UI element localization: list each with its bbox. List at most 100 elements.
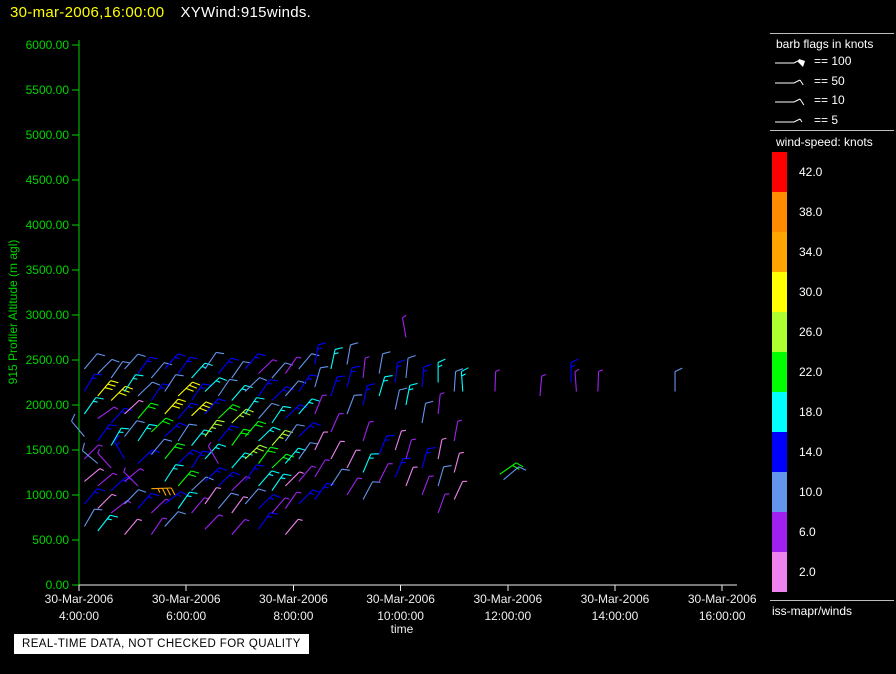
wind-barb <box>137 492 159 509</box>
x-tick-date: 30-Mar-2006 <box>473 592 542 606</box>
wind-barb <box>244 397 265 415</box>
legend-divider <box>770 130 894 131</box>
colorbar-swatch <box>772 192 787 232</box>
wind-barb <box>314 342 327 365</box>
barb-flag-row: == 10 <box>774 91 845 109</box>
x-tick-time: 4:00:00 <box>59 609 99 623</box>
barb-flag-label: == 10 <box>814 93 845 107</box>
wind-barb <box>97 493 117 509</box>
wind-barb <box>298 442 319 460</box>
wind-barb <box>177 402 199 419</box>
wind-barb <box>164 511 186 527</box>
wind-barb <box>164 374 184 392</box>
wind-barb <box>405 354 416 379</box>
wind-barb <box>330 440 345 460</box>
wind-barb <box>460 367 469 392</box>
wind-barb <box>539 374 547 397</box>
wind-barb <box>150 498 171 514</box>
wind-barb <box>217 471 241 487</box>
y-tick-label: 1000.00 <box>26 488 70 502</box>
colorbar-title: wind-speed: knots <box>776 135 873 149</box>
wind-barb <box>97 514 118 532</box>
wind-barb <box>284 447 307 464</box>
barb-flags-legend-title: barb flags in knots <box>776 37 874 51</box>
wind-barb <box>330 375 346 397</box>
wind-barb <box>110 500 132 514</box>
x-tick-time: 10:00:00 <box>377 609 424 623</box>
colorbar-label: 30.0 <box>799 285 823 299</box>
y-tick-label: 5000.00 <box>26 128 70 142</box>
barb-flag-label: == 50 <box>814 73 845 88</box>
wind-barb <box>231 361 252 379</box>
wind-barb <box>177 356 198 374</box>
wind-barb <box>244 488 267 505</box>
wind-barb <box>164 422 188 437</box>
y-tick-label: 0.00 <box>46 578 70 592</box>
wind-barb <box>164 464 184 482</box>
wind-barb <box>284 404 308 419</box>
wind-barb <box>330 347 343 370</box>
barb-flag-icon <box>775 79 804 85</box>
colorbar-label: 14.0 <box>799 445 823 459</box>
wind-barb <box>330 413 344 433</box>
wind-barb <box>258 359 278 374</box>
colorbar-label: 10.0 <box>799 485 823 499</box>
x-tick-date: 30-Mar-2006 <box>688 592 757 606</box>
colorbar-swatch <box>772 432 787 472</box>
barb-flag-row: == 100 <box>774 52 851 70</box>
wind-barb <box>362 453 379 473</box>
y-tick-label: 500.00 <box>32 533 69 547</box>
x-axis-title: time <box>391 622 414 636</box>
wind-barb <box>124 489 147 505</box>
wind-barb <box>394 429 406 451</box>
x-tick-date: 30-Mar-2006 <box>45 592 114 606</box>
x-tick-date: 30-Mar-2006 <box>366 592 435 606</box>
wind-barb <box>191 476 214 491</box>
wind-barb <box>83 488 106 505</box>
colorbar-swatch <box>772 152 787 192</box>
barb-flag-row: == 50 <box>774 72 845 90</box>
barb-flag-label: == 100 <box>814 54 852 68</box>
wind-barb <box>405 466 418 487</box>
wind-barb <box>394 387 408 410</box>
wind-barb <box>177 381 201 397</box>
colorbar-swatch <box>772 512 787 552</box>
wind-barb <box>437 392 445 415</box>
y-tick-label: 1500.00 <box>26 443 70 457</box>
wind-barb <box>597 369 603 392</box>
colorbar-swatch <box>772 392 787 432</box>
wind-barb <box>84 468 104 482</box>
wind-barb <box>137 449 161 464</box>
wind-barb <box>284 380 307 397</box>
wind-barb <box>71 413 85 437</box>
y-tick-label: 2000.00 <box>26 398 70 412</box>
wind-barb <box>164 398 186 415</box>
wind-barbs <box>71 314 683 535</box>
wind-barb <box>244 464 265 482</box>
wind-barb <box>137 356 158 374</box>
wind-barb <box>271 386 295 401</box>
wind-barb <box>110 427 130 446</box>
wind-barb <box>271 405 292 424</box>
wind-barb <box>164 491 188 505</box>
barb-flag-icon <box>775 98 805 106</box>
wind-barb <box>83 353 106 370</box>
wind-barb <box>378 351 391 374</box>
wind-barb <box>217 425 240 442</box>
chart-canvas: 0.00 500.00 1000.00 1500.00 2000.00 2500.00 30… <box>6 38 757 636</box>
wind-barb <box>314 365 329 388</box>
wind-barb <box>674 367 683 392</box>
wind-barb <box>97 448 112 469</box>
wind-barb <box>177 470 200 487</box>
wind-barb <box>150 438 173 455</box>
legend-panel: barb flags in knots == 100 == 50 == 10 == 5… <box>768 0 896 674</box>
colorbar-label: 26.0 <box>799 325 823 339</box>
wind-barb <box>494 369 500 392</box>
wind-barb <box>453 480 468 500</box>
wind-barb <box>231 518 250 535</box>
y-axis: 0.00 500.00 1000.00 1500.00 2000.00 2500.00 30… <box>6 38 80 592</box>
wind-barb <box>378 463 393 482</box>
wind-barb <box>217 492 240 509</box>
legend-divider <box>770 600 894 601</box>
wind-barb <box>284 518 303 535</box>
